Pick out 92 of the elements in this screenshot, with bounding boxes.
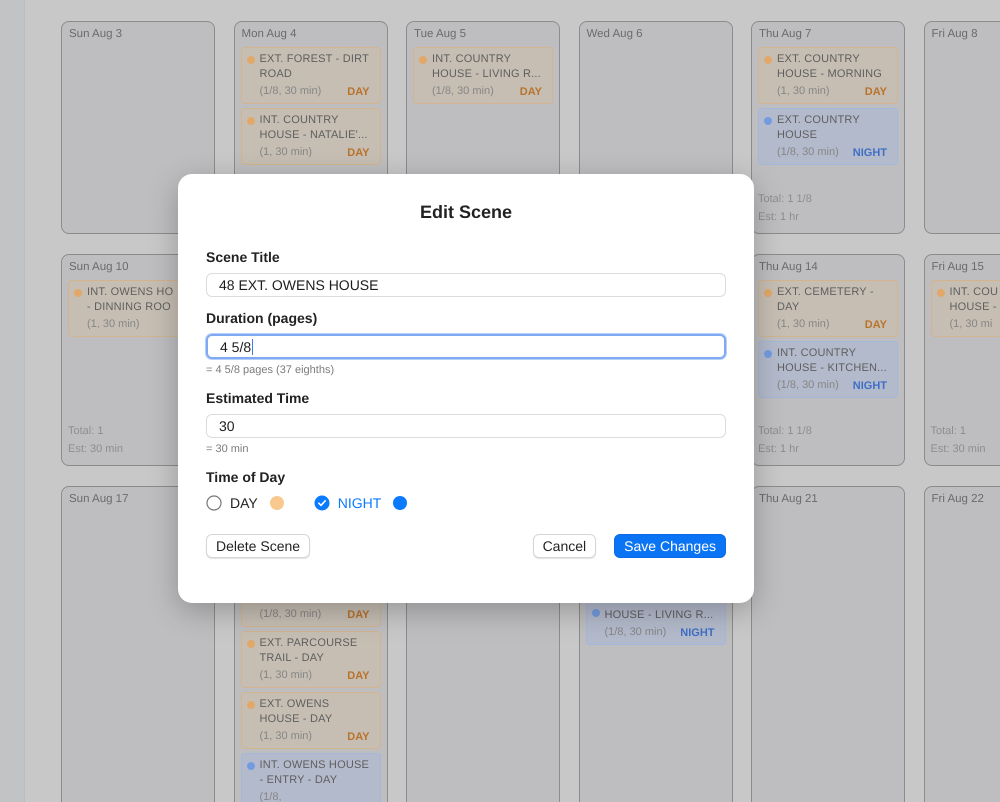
scene-title: EXT. OWENS HOUSE - DAY	[260, 697, 334, 727]
scene-title: EXT. PARCOURSE TRAIL - DAY	[260, 636, 358, 666]
scene-meta: (1/8, 30 min)	[260, 84, 322, 99]
scene-meta: (1/8,	[260, 790, 282, 802]
dot-icon	[246, 640, 254, 648]
scene-title: EXT. COUNTRY HOUSE	[777, 113, 861, 143]
time-of-day-label: DAY	[864, 318, 887, 330]
dot-icon	[246, 117, 254, 125]
dot-icon	[936, 289, 944, 297]
time-of-day-label: NIGHT	[852, 146, 887, 158]
time-of-day-label: DAY	[347, 86, 370, 98]
time-of-day-label: DAY	[347, 608, 370, 620]
save-button[interactable]: Save Changes	[614, 534, 726, 558]
scene-card[interactable]: EXT. COUNTRY HOUSE (1/8, 30 min) NIGHT	[758, 108, 898, 165]
scene-title: INT. OWENS HOUSE - ENTRY - DAY	[260, 758, 370, 788]
dot-icon	[592, 609, 600, 617]
field-hint: = 4 5/8 pages (37 eighths)	[206, 364, 336, 376]
day-date: Fri Aug 8	[930, 28, 979, 42]
scene-title: EXT. FOREST - DIRT ROAD	[260, 52, 370, 82]
dot-icon	[246, 701, 254, 709]
scene-card[interactable]: EXT. CEMETERY - DAY (1, 30 min) DAY	[758, 280, 898, 337]
scene-card[interactable]: INT. COUNTRY HOUSE - NATALIE'... (1, 30 min) DAY	[240, 108, 380, 165]
day-date: Sun Aug 3	[68, 28, 124, 42]
time-of-day-label: NIGHT	[680, 626, 714, 638]
dialog-title: Edit Scene	[418, 202, 514, 224]
field-label: Scene Title	[206, 249, 281, 265]
day-date: Fri Aug 22	[930, 493, 985, 507]
radio-label[interactable]: DAY	[230, 495, 258, 511]
scene-meta: (1/8, 30 min)	[260, 607, 322, 622]
scene-meta: (1/8, 30 min)	[777, 145, 839, 160]
day-date: Thu Aug 7	[758, 28, 812, 42]
scene-title: INT. COUNTRY HOUSE - KITCHEN...	[777, 346, 887, 376]
scene-card[interactable]: EXT. OWENS HOUSE - DAY (1, 30 min) DAY	[240, 692, 380, 749]
dot-icon	[764, 350, 772, 358]
day-date: Tue Aug 5	[413, 28, 468, 42]
scene-title: EXT. COUNTRY HOUSE - MORNING	[777, 52, 884, 82]
day-date: Sun Aug 10	[68, 261, 130, 275]
radio-icon[interactable]	[206, 495, 222, 511]
field-label: Duration (pages)	[206, 310, 318, 326]
scene-meta: (1, 30 min)	[260, 729, 312, 744]
dialog-button[interactable]: Cancel	[532, 534, 596, 558]
scene-meta: (1/8, 30 min)	[604, 625, 666, 640]
scene-title: HOUSE - LIVING R...	[604, 608, 714, 623]
scene-card[interactable]: EXT. PARCOURSE TRAIL - DAY (1, 30 min) DAY	[240, 631, 380, 688]
dot-icon	[246, 56, 254, 64]
scene-title: EXT. CEMETERY - DAY	[777, 285, 875, 315]
dot-icon	[764, 289, 772, 297]
day-date: Wed Aug 6	[586, 28, 644, 42]
scene-meta: (1, 30 min)	[777, 317, 830, 332]
radio-label[interactable]: NIGHT	[338, 495, 382, 511]
scene-meta: (1, 30 min)	[777, 84, 830, 99]
day-date: Mon Aug 4	[240, 28, 298, 42]
input-field[interactable]: 30	[206, 414, 726, 438]
scene-title: INT. COUNTRY HOUSE - LIVING R...	[432, 52, 542, 82]
day-date: Thu Aug 14	[758, 261, 819, 275]
scene-title: INT. COUNTRY HOUSE - NATALIE'...	[260, 113, 369, 143]
scene-title: INT. OWENS HO - DINNING ROO	[87, 285, 174, 315]
scene-meta: (1, 30 mi	[950, 317, 992, 332]
time-of-day-label: DAY	[347, 670, 370, 682]
time-of-day-label: DAY	[347, 146, 370, 158]
scene-card[interactable]: INT. COUNTRY HOUSE - LIVING R... (1/8, 30 min) DAY	[413, 47, 553, 104]
time-of-day-label: DAY	[520, 86, 542, 98]
input-field[interactable]: 4 5/8	[206, 334, 726, 359]
day-date: Thu Aug 21	[758, 493, 819, 507]
scene-card[interactable]: HOUSE - LIVING R... (1/8, 30 min) NIGHT	[586, 600, 726, 645]
input-field[interactable]: 48 EXT. OWENS HOUSE	[206, 273, 726, 297]
scene-card[interactable]: INT. COU HOUSE - (1, 30 mi	[930, 280, 1000, 337]
time-of-day-label: NIGHT	[852, 380, 887, 392]
scene-meta: (1, 30 min)	[260, 145, 312, 160]
day-date: Fri Aug 15	[930, 261, 985, 275]
scene-meta: (1/8, 30 min)	[777, 378, 839, 393]
scene-title: INT. COU HOUSE -	[950, 285, 1000, 315]
dot-icon	[419, 56, 427, 64]
scene-card[interactable]: INT. COUNTRY HOUSE - KITCHEN... (1/8, 30 min) NIGHT	[758, 341, 898, 398]
scene-card[interactable]: EXT. FOREST - DIRT ROAD (1/8, 30 min) DAY	[240, 47, 380, 104]
dot-icon	[764, 56, 772, 64]
scene-meta: (1, 30 min)	[260, 668, 312, 683]
field-label: Estimated Time	[206, 390, 310, 406]
scene-card[interactable]: INT. OWENS HOUSE - ENTRY - DAY (1/8,	[240, 753, 380, 802]
dot-icon	[246, 762, 254, 770]
time-of-day-label: DAY	[864, 86, 887, 98]
field-label: Time of Day	[206, 469, 286, 485]
scene-card[interactable]: EXT. COUNTRY HOUSE - MORNING (1, 30 min) DAY	[758, 47, 898, 104]
checked-radio-icon[interactable]	[314, 495, 330, 511]
dialog-button[interactable]: Delete Scene	[206, 534, 310, 558]
time-of-day-label: DAY	[347, 730, 370, 742]
field-hint: = 30 min	[206, 443, 250, 455]
dot-icon	[764, 117, 772, 125]
scene-meta: (1/8, 30 min)	[432, 84, 494, 99]
scene-meta: (1, 30 min)	[87, 317, 140, 332]
day-date: Sun Aug 17	[68, 493, 130, 507]
dot-icon	[74, 289, 82, 297]
